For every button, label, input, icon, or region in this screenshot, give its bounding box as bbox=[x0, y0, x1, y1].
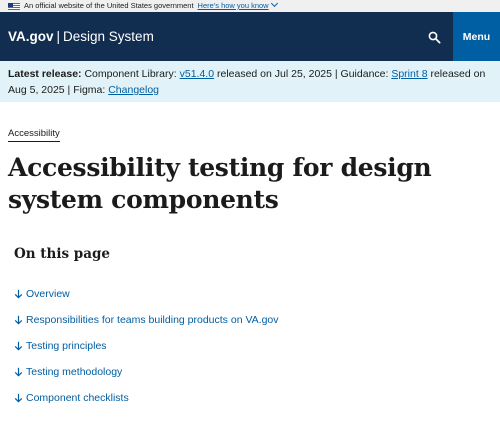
guidance-sprint-link[interactable]: Sprint 8 bbox=[391, 68, 427, 80]
on-this-page-link-overview[interactable]: Overview bbox=[14, 281, 492, 307]
release-info-bar: Latest release: Component Library: v51.4… bbox=[0, 61, 500, 102]
arrow-down-icon bbox=[14, 288, 26, 300]
page-title: Accessibility testing for design system … bbox=[8, 153, 432, 214]
logo-design-system: Design System bbox=[63, 29, 154, 44]
on-this-page-link-testing-principles[interactable]: Testing principles bbox=[14, 333, 492, 359]
on-this-page-link-component-checklists[interactable]: Component checklists bbox=[14, 385, 492, 411]
figma-changelog-link[interactable]: Changelog bbox=[108, 84, 159, 96]
logo-separator: | bbox=[56, 29, 61, 44]
search-icon bbox=[428, 31, 441, 44]
component-library-version-link[interactable]: v51.4.0 bbox=[180, 68, 214, 80]
menu-button[interactable]: Menu bbox=[453, 12, 500, 61]
on-this-page-link-testing-methodology[interactable]: Testing methodology bbox=[14, 359, 492, 385]
main-content: Accessibility Accessibility testing for … bbox=[0, 102, 500, 411]
link-label: Responsibilities for teams building prod… bbox=[26, 314, 279, 326]
arrow-down-icon bbox=[14, 314, 26, 326]
site-logo[interactable]: VA.gov | Design System bbox=[0, 29, 154, 44]
logo-va-gov: VA.gov bbox=[8, 29, 54, 44]
heres-how-you-know-link[interactable]: Here's how you know bbox=[197, 0, 278, 12]
link-label: Testing principles bbox=[26, 340, 107, 352]
release-label: Latest release: bbox=[8, 68, 82, 80]
link-label: Testing methodology bbox=[26, 366, 123, 378]
arrow-down-icon bbox=[14, 392, 26, 404]
chevron-down-icon bbox=[270, 0, 278, 8]
search-button[interactable] bbox=[422, 26, 446, 48]
on-this-page-title: On this page bbox=[14, 246, 110, 262]
breadcrumb[interactable]: Accessibility bbox=[8, 128, 60, 142]
on-this-page-list: Overview Responsibilities for teams buil… bbox=[14, 281, 492, 411]
link-label: Overview bbox=[26, 288, 70, 300]
on-this-page-link-responsibilities[interactable]: Responsibilities for teams building prod… bbox=[14, 307, 492, 333]
released-text-1: released on Jul 25, 2025 | Guidance: bbox=[216, 68, 389, 80]
us-flag-icon bbox=[8, 2, 20, 10]
component-library-text: Component Library: bbox=[84, 68, 177, 80]
site-header: VA.gov | Design System Menu bbox=[0, 12, 500, 61]
gov-banner-text: An official website of the United States… bbox=[24, 1, 194, 10]
on-this-page-nav: On this page Overview Responsibilities f… bbox=[8, 245, 492, 411]
link-label: Component checklists bbox=[26, 392, 129, 404]
arrow-down-icon bbox=[14, 340, 26, 352]
arrow-down-icon bbox=[14, 366, 26, 378]
heres-how-you-know-label: Here's how you know bbox=[197, 1, 269, 10]
official-gov-banner: An official website of the United States… bbox=[0, 0, 500, 12]
